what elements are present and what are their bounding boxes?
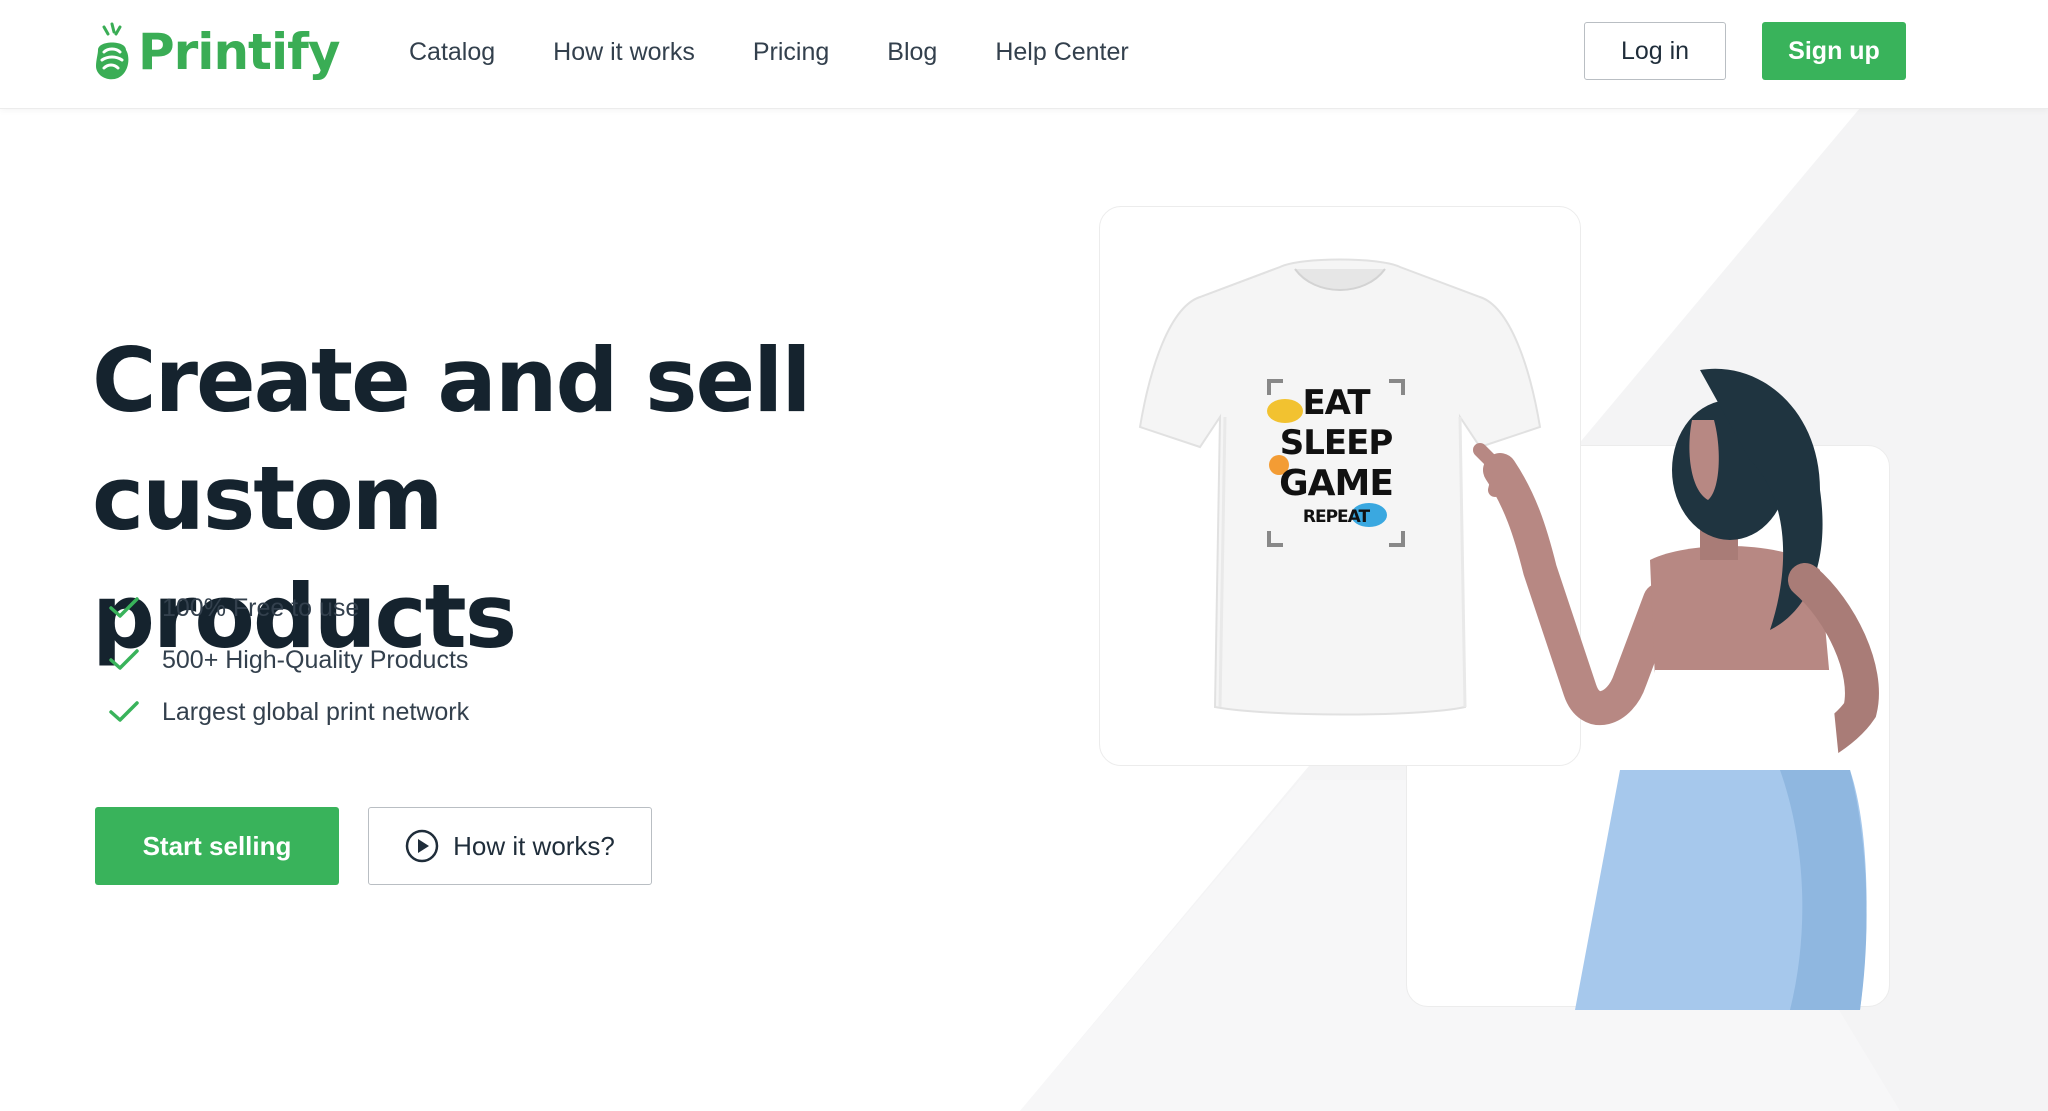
- how-it-works-video-button[interactable]: How it works?: [368, 807, 652, 885]
- checkmark-icon: [109, 597, 139, 618]
- print-text-sleep: SLEEP: [1279, 423, 1394, 463]
- feature-item: 100% Free to use: [108, 582, 469, 634]
- how-it-works-label: How it works?: [453, 830, 615, 861]
- login-button[interactable]: Log in: [1584, 22, 1726, 80]
- nav-help-center[interactable]: Help Center: [995, 30, 1128, 74]
- start-selling-button[interactable]: Start selling: [95, 807, 339, 885]
- brand-name: Printify: [138, 23, 340, 81]
- feature-text: 500+ High-Quality Products: [162, 645, 469, 674]
- print-text-repeat: REPEAT: [1302, 507, 1370, 527]
- play-icon: [405, 829, 439, 863]
- printify-logo[interactable]: Printify: [90, 20, 340, 84]
- nav-how-it-works[interactable]: How it works: [553, 30, 695, 74]
- main-nav: Catalog How it works Pricing Blog Help C…: [409, 30, 1187, 74]
- print-text-game: GAME: [1279, 463, 1394, 504]
- hero-title-line-1: Create and sell: [92, 329, 811, 432]
- nav-catalog[interactable]: Catalog: [409, 30, 495, 74]
- printify-logo-icon: [96, 22, 129, 80]
- print-text-eat: EAT: [1302, 383, 1370, 423]
- checkmark-icon: [109, 701, 139, 722]
- checkmark-icon: [109, 649, 139, 670]
- feature-list: 100% Free to use 500+ High-Quality Produ…: [108, 582, 469, 738]
- signup-button[interactable]: Sign up: [1762, 22, 1906, 80]
- woman-illustration: [1473, 368, 1879, 1010]
- feature-text: Largest global print network: [162, 697, 470, 726]
- feature-text: 100% Free to use: [162, 593, 360, 622]
- nav-pricing[interactable]: Pricing: [753, 30, 829, 74]
- feature-item: 500+ High-Quality Products: [108, 634, 469, 686]
- feature-item: Largest global print network: [108, 686, 469, 738]
- shirt-print-design: EAT SLEEP GAME REPEAT: [1261, 375, 1411, 551]
- nav-blog[interactable]: Blog: [887, 30, 937, 74]
- top-navigation-bar: Printify Catalog How it works Pricing Bl…: [0, 0, 2048, 109]
